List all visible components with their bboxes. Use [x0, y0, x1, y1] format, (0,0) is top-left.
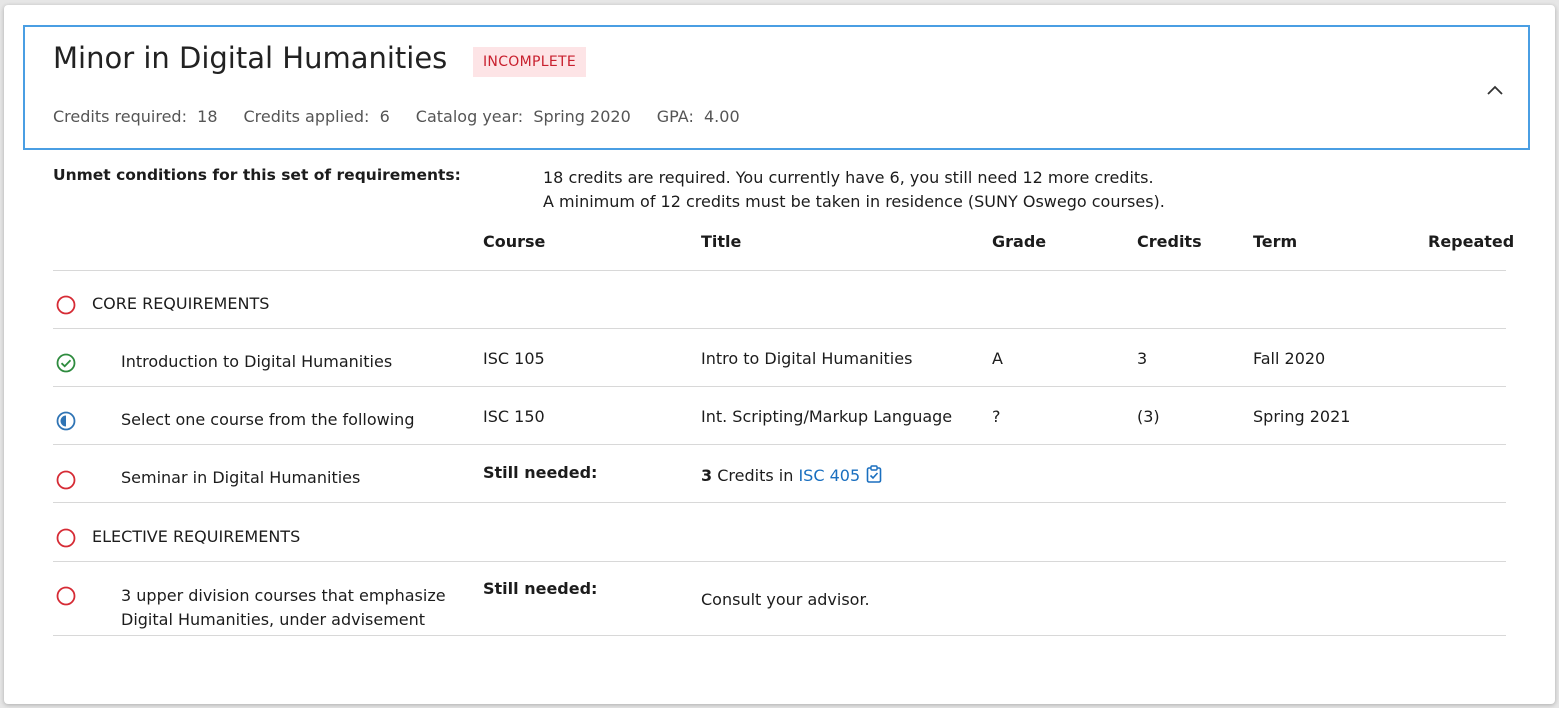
course-title: Intro to Digital Humanities — [701, 349, 913, 368]
still-needed-detail: 3 Credits in ISC 405 — [701, 465, 882, 485]
divider — [53, 561, 1506, 562]
requirement-label: Introduction to Digital Humanities — [121, 352, 393, 371]
not-met-circle-icon — [56, 295, 76, 315]
group-label-core: CORE REQUIREMENTS — [92, 294, 270, 313]
still-needed-label: Still needed: — [483, 463, 598, 482]
course-grade: A — [992, 349, 1003, 368]
course-link-subject[interactable]: ISC — [798, 466, 824, 485]
column-header-repeated: Repeated — [1428, 232, 1515, 251]
divider — [53, 386, 1506, 387]
status-badge: INCOMPLETE — [473, 47, 586, 77]
course-term: Fall 2020 — [1253, 349, 1326, 368]
catalog-year: Catalog year: Spring 2020 — [415, 107, 631, 126]
course-credits: 3 — [1137, 349, 1148, 368]
column-header-term: Term — [1253, 232, 1298, 251]
still-needed-label: Still needed: — [483, 579, 598, 598]
not-met-circle-icon — [56, 586, 76, 606]
divider — [53, 444, 1506, 445]
divider — [53, 635, 1506, 636]
group-label-elective: ELECTIVE REQUIREMENTS — [92, 527, 301, 546]
block-title: Minor in Digital Humanities — [53, 41, 448, 75]
divider — [53, 502, 1506, 503]
column-header-credits: Credits — [1137, 232, 1202, 251]
credits-required: Credits required: 18 — [53, 107, 218, 126]
divider — [53, 328, 1506, 329]
not-met-circle-icon — [56, 470, 76, 490]
block-meta: Credits required: 18 Credits applied: 6 Ca… — [53, 107, 766, 126]
clipboard-check-icon[interactable] — [866, 465, 882, 483]
course-title: Int. Scripting/Markup Language — [701, 407, 953, 426]
gpa: GPA: 4.00 — [656, 107, 740, 126]
credits-applied: Credits applied: 6 — [243, 107, 390, 126]
requirement-label: 3 upper division courses that emphasize … — [121, 586, 446, 629]
column-header-course: Course — [483, 232, 546, 251]
unmet-message: 18 credits are required. You currently h… — [543, 168, 1154, 187]
course-code[interactable]: ISC 105 — [483, 349, 545, 368]
advisor-note: Consult your advisor. — [701, 590, 870, 609]
unmet-message: A minimum of 12 credits must be taken in… — [543, 192, 1165, 211]
complete-check-icon — [56, 353, 76, 373]
chevron-up-icon[interactable] — [1486, 83, 1504, 97]
course-term: Spring 2021 — [1253, 407, 1351, 426]
divider — [53, 270, 1506, 271]
needed-text: Credits in — [717, 466, 794, 485]
requirement-block-header[interactable]: Minor in Digital Humanities INCOMPLETE C… — [23, 25, 1530, 150]
requirement-label: Seminar in Digital Humanities — [121, 468, 361, 487]
course-credits: (3) — [1137, 407, 1160, 426]
course-link-number[interactable]: 405 — [830, 466, 861, 485]
column-header-grade: Grade — [992, 232, 1047, 251]
course-grade: ? — [992, 407, 1001, 426]
unmet-conditions-messages: 18 credits are required. You currently h… — [543, 166, 1165, 214]
course-code[interactable]: ISC 150 — [483, 407, 545, 426]
column-header-title: Title — [701, 232, 742, 251]
requirement-label: Select one course from the following — [121, 410, 415, 429]
not-met-circle-icon — [56, 528, 76, 548]
in-progress-half-circle-icon — [56, 411, 76, 431]
unmet-conditions-label: Unmet conditions for this set of require… — [53, 166, 461, 184]
needed-credit-count: 3 — [701, 466, 713, 485]
